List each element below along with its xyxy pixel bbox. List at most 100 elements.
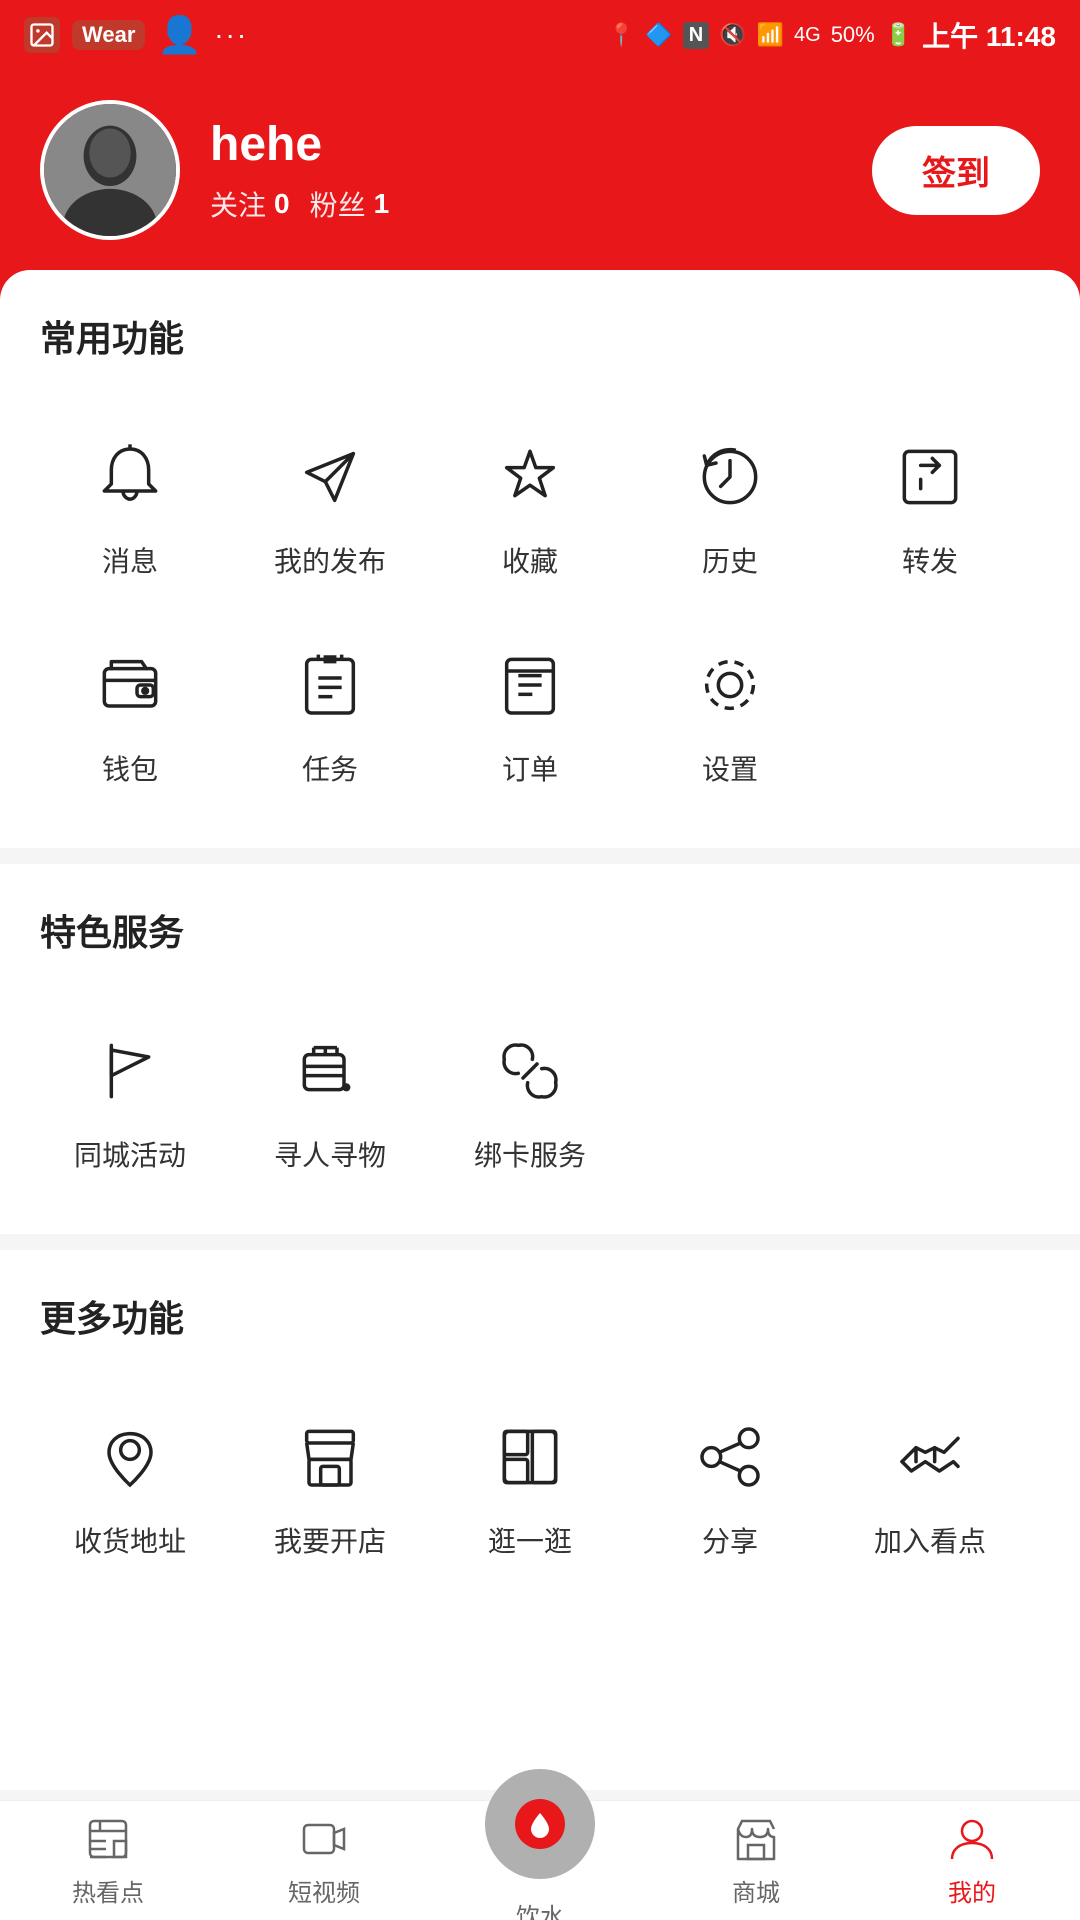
- avatar[interactable]: [40, 100, 180, 240]
- local-events-item[interactable]: 同城活动: [40, 1006, 220, 1194]
- wallet-label: 钱包: [102, 748, 158, 788]
- divider-1: [0, 848, 1080, 864]
- main-content: 常用功能 消息: [0, 270, 1080, 1790]
- find-people-label: 寻人寻物: [274, 1134, 386, 1174]
- my-posts-label: 我的发布: [274, 540, 386, 580]
- find-people-item[interactable]: 寻人寻物: [240, 1006, 420, 1194]
- history-label: 历史: [702, 540, 758, 580]
- following-stat: 关注 0: [210, 184, 290, 224]
- water-nav-center: [485, 1769, 595, 1879]
- nav-mine[interactable]: 我的: [864, 1813, 1080, 1908]
- followers-stat: 粉丝 1: [310, 184, 390, 224]
- nav-hot[interactable]: 热看点: [0, 1813, 216, 1908]
- location-icon: 📍: [608, 22, 635, 48]
- bell-icon: [85, 432, 175, 522]
- followers-label: 粉丝: [310, 184, 366, 224]
- browse-label: 逛一逛: [488, 1520, 572, 1560]
- my-posts-item[interactable]: 我的发布: [240, 412, 420, 600]
- forward-item[interactable]: 转发: [840, 412, 1020, 600]
- bind-card-label: 绑卡服务: [474, 1134, 586, 1174]
- following-label: 关注: [210, 184, 266, 224]
- common-functions-title: 常用功能: [40, 310, 1040, 372]
- orders-item[interactable]: 订单: [440, 620, 620, 808]
- special-services-title: 特色服务: [40, 904, 1040, 966]
- water-nav-label: 饮水: [516, 1897, 564, 1920]
- nav-shop[interactable]: 商城: [648, 1813, 864, 1908]
- find-icon: [285, 1026, 375, 1116]
- more-functions-title: 更多功能: [40, 1290, 1040, 1352]
- settings-label: 设置: [702, 748, 758, 788]
- forward-label: 转发: [902, 540, 958, 580]
- following-count: 0: [274, 188, 290, 220]
- mute-icon: 🔇: [719, 22, 746, 48]
- nfc-icon: N: [683, 22, 709, 49]
- shop-nav-label: 商城: [732, 1873, 780, 1908]
- history-icon: [685, 432, 775, 522]
- mine-nav-label: 我的: [948, 1873, 996, 1908]
- time-display: 上午 11:48: [922, 15, 1056, 55]
- address-label: 收货地址: [74, 1520, 186, 1560]
- common-functions-grid: 消息 我的发布 收藏: [40, 412, 1040, 808]
- browse-icon: [485, 1412, 575, 1502]
- tasks-item[interactable]: 任务: [240, 620, 420, 808]
- share-label: 分享: [702, 1520, 758, 1560]
- special-services-grid: 同城活动 寻人寻物: [40, 1006, 1040, 1194]
- share-box-icon: [885, 432, 975, 522]
- wallet-icon: [85, 640, 175, 730]
- join-views-item[interactable]: 加入看点: [840, 1392, 1020, 1580]
- wallet-item[interactable]: 钱包: [40, 620, 220, 808]
- open-shop-label: 我要开店: [274, 1520, 386, 1560]
- messages-label: 消息: [102, 540, 158, 580]
- wifi-icon: 📶: [757, 22, 784, 48]
- location-pin-icon: [85, 1412, 175, 1502]
- nav-videos[interactable]: 短视频: [216, 1813, 432, 1908]
- nav-water[interactable]: 饮水: [432, 1769, 648, 1920]
- gallery-icon: [24, 17, 60, 53]
- videos-nav-label: 短视频: [288, 1873, 360, 1908]
- signal-icon: 4G: [794, 24, 821, 47]
- nav-spacer: [0, 1620, 1080, 1750]
- settings-icon: [685, 640, 775, 730]
- send-icon: [285, 432, 375, 522]
- profile-header: hehe 关注 0 粉丝 1 签到: [0, 70, 1080, 300]
- divider-2: [0, 1234, 1080, 1250]
- more-functions-section: 更多功能 收货地址: [0, 1290, 1080, 1620]
- handshake-icon: [885, 1412, 975, 1502]
- followers-count: 1: [374, 188, 390, 220]
- open-shop-item[interactable]: 我要开店: [240, 1392, 420, 1580]
- battery-icon: 🔋: [885, 22, 912, 48]
- battery-text: 50%: [831, 22, 875, 48]
- star-icon: [485, 432, 575, 522]
- shop-open-icon: [285, 1412, 375, 1502]
- profile-username: hehe: [210, 117, 389, 172]
- status-right: 📍 🔷 N 🔇 📶 4G 50% 🔋 上午 11:48: [608, 15, 1056, 55]
- favorites-label: 收藏: [502, 540, 558, 580]
- task-icon: [285, 640, 375, 730]
- profile-left: hehe 关注 0 粉丝 1: [40, 100, 389, 240]
- bind-card-item[interactable]: 绑卡服务: [440, 1006, 620, 1194]
- orders-label: 订单: [502, 748, 558, 788]
- favorites-item[interactable]: 收藏: [440, 412, 620, 600]
- messages-item[interactable]: 消息: [40, 412, 220, 600]
- flag-icon: [85, 1026, 175, 1116]
- order-icon: [485, 640, 575, 730]
- history-item[interactable]: 历史: [640, 412, 820, 600]
- shop-nav-icon: [730, 1813, 782, 1865]
- status-bar: Wear 👤 ··· 📍 🔷 N 🔇 📶 4G 50% 🔋 上午 11:48: [0, 0, 1080, 70]
- user-icon: 👤: [157, 14, 202, 56]
- status-left: Wear 👤 ···: [24, 14, 248, 56]
- settings-item[interactable]: 设置: [640, 620, 820, 808]
- more-icon: ···: [214, 19, 248, 51]
- profile-stats: 关注 0 粉丝 1: [210, 184, 389, 224]
- hot-nav-icon: [82, 1813, 134, 1865]
- address-item[interactable]: 收货地址: [40, 1392, 220, 1580]
- common-functions-section: 常用功能 消息: [0, 310, 1080, 848]
- more-functions-grid: 收货地址 我要开店: [40, 1392, 1040, 1580]
- share-item[interactable]: 分享: [640, 1392, 820, 1580]
- wear-badge: Wear: [72, 20, 145, 50]
- videos-nav-icon: [298, 1813, 350, 1865]
- browse-item[interactable]: 逛一逛: [440, 1392, 620, 1580]
- local-events-label: 同城活动: [74, 1134, 186, 1174]
- checkin-button[interactable]: 签到: [872, 126, 1040, 215]
- join-views-label: 加入看点: [874, 1520, 986, 1560]
